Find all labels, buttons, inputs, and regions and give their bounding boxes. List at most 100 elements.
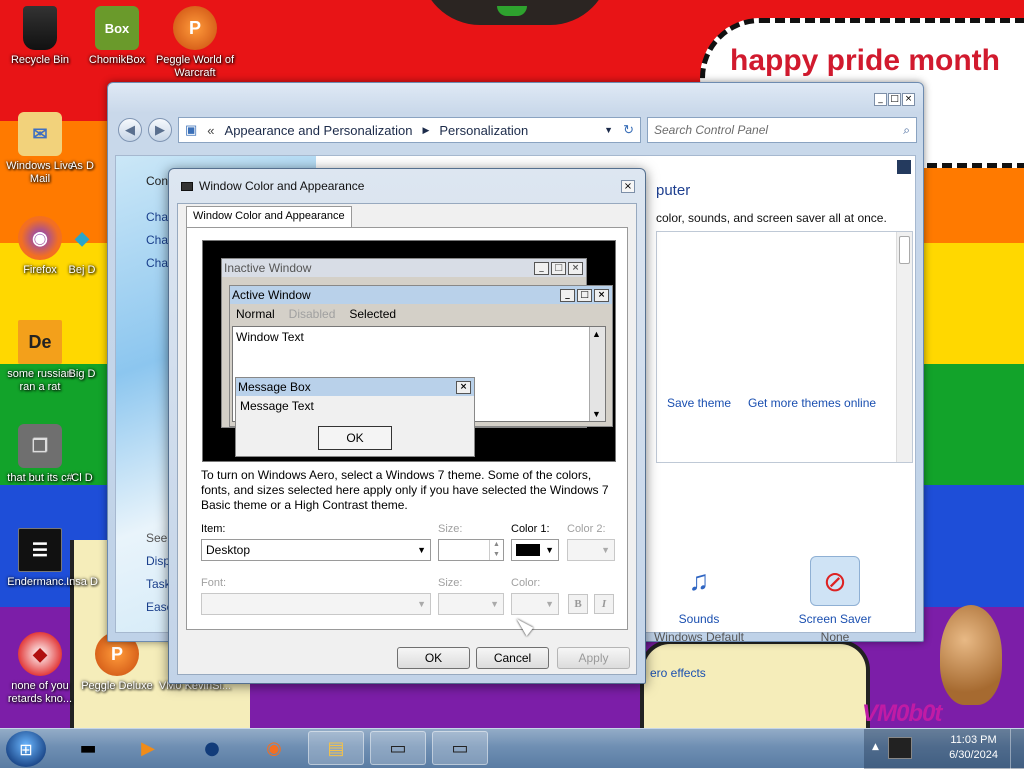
item-label: Item: [201, 523, 226, 535]
chevron-down-icon: ▼ [545, 599, 554, 609]
show-hidden-icons-icon[interactable]: ▲ [872, 742, 879, 752]
breadcrumb-overflow[interactable]: « [207, 123, 214, 138]
vm-logo-text: VM0b0t [862, 700, 942, 727]
desktop-icon-label: none of you retards kno... [7, 680, 73, 705]
size-spinner[interactable]: ▲ ▼ [438, 539, 504, 561]
taskbar-item[interactable]: ◉ [246, 731, 302, 765]
mail-icon: ✉ [18, 112, 62, 156]
desktop-icon-partial-cl[interactable]: Cl D [62, 424, 102, 485]
tile-title: Screen Saver [798, 612, 872, 626]
app-icon [67, 528, 97, 572]
desktop-icon-none-of-you[interactable]: ◆ none of you retards kno... [0, 632, 80, 706]
maximize-button[interactable]: □ [888, 93, 901, 106]
windows-stack-icon: ❐ [18, 424, 62, 468]
desktop-icon-peggle-wow[interactable]: P Peggle World of Warcraft [155, 6, 235, 80]
forward-button[interactable]: ▶ [148, 118, 172, 142]
address-dropdown-icon[interactable]: ▼ [604, 125, 613, 135]
desktop-icon-partial-insa[interactable]: Insa D [62, 528, 102, 589]
clock[interactable]: 11:03 PM 6/30/2024 [949, 733, 998, 763]
font-size-label: Size: [438, 577, 463, 589]
desktop-icon-recycle-bin[interactable]: Recycle Bin [0, 6, 80, 67]
cancel-button[interactable]: Cancel [476, 647, 549, 669]
item-select[interactable]: Desktop ▼ [201, 539, 431, 561]
terminal-icon: ☰ [18, 528, 62, 572]
dialog-close-button[interactable]: × [621, 180, 635, 193]
menu-selected[interactable]: Selected [349, 307, 396, 321]
address-bar[interactable]: ▣ « Appearance and Personalization ▶ Per… [178, 117, 641, 143]
refresh-icon[interactable]: ↻ [623, 122, 640, 138]
recycle-bin-icon [23, 6, 57, 50]
active-window-title: Active Window [232, 288, 311, 302]
font-size-select[interactable]: ▼ [438, 593, 504, 615]
scroll-thumb[interactable] [899, 236, 910, 264]
size-label: Size: [438, 523, 463, 535]
left-pane-link[interactable]: Con [146, 174, 168, 188]
sounds-tile[interactable]: ♫ Sounds Windows Default [644, 556, 754, 644]
taskbar-item[interactable]: ▭ [432, 731, 488, 765]
network-icon[interactable] [888, 737, 912, 759]
close-icon: × [568, 261, 583, 275]
ok-button[interactable]: OK [397, 647, 470, 669]
save-theme-link[interactable]: Save theme [667, 396, 731, 410]
tab-window-color-appearance[interactable]: Window Color and Appearance [186, 206, 352, 228]
window-color-appearance-dialog[interactable]: Window Color and Appearance × Window Col… [168, 168, 646, 684]
italic-button[interactable]: I [594, 594, 614, 614]
search-control-panel-input[interactable]: Search Control Panel ⌕ [647, 117, 917, 143]
taskbar-item[interactable]: ● [184, 731, 240, 765]
show-desktop-button[interactable] [1010, 729, 1024, 769]
app-icon [67, 112, 97, 156]
minimize-button[interactable]: _ [874, 93, 887, 106]
spinner-arrows-icon[interactable]: ▲ ▼ [489, 540, 503, 560]
taskbar-item[interactable]: ▭ [370, 731, 426, 765]
desktop-icon-label: Big D [68, 368, 96, 380]
font-color-picker[interactable]: ▼ [511, 593, 559, 615]
search-icon[interactable]: ⌕ [903, 123, 910, 138]
message-box-text: Message Text [240, 399, 314, 413]
desktop-icon-partial-bej[interactable]: ◆ Bej D [62, 216, 102, 277]
desktop-icon-partial-big[interactable]: Big D [62, 320, 102, 381]
get-more-themes-link[interactable]: Get more themes online [748, 396, 876, 410]
window-caption-buttons: _ □ × [874, 93, 915, 106]
taskbar-item-control-panel[interactable]: ▤ [308, 731, 364, 765]
page-description: color, sounds, and screen saver all at o… [656, 211, 887, 225]
system-tray: ▲ 11:03 PM 6/30/2024 [864, 729, 1024, 769]
screen-saver-tile[interactable]: ⊘ Screen Saver None [780, 556, 890, 644]
close-icon: × [594, 288, 609, 302]
preview-scrollbar[interactable]: ▲ ▼ [589, 327, 605, 421]
window-text: Window Text [236, 330, 304, 344]
font-select[interactable]: ▼ [201, 593, 431, 615]
aero-effects-link[interactable]: ero effects [650, 666, 706, 680]
de-app-icon: De [18, 320, 62, 364]
red-dino-icon: ◆ [18, 632, 62, 676]
chevron-down-icon: ▼ [601, 545, 610, 555]
menu-normal[interactable]: Normal [236, 307, 275, 321]
see-also-link[interactable]: Task [146, 577, 171, 591]
theme-list-scrollbar[interactable] [896, 232, 912, 462]
desktop-icon-partial-as[interactable]: As D [62, 112, 102, 173]
desktop-icon-chomikbox[interactable]: Box ChomikBox [77, 6, 157, 67]
menu-disabled[interactable]: Disabled [289, 307, 336, 321]
color2-picker[interactable]: ▼ [567, 539, 615, 561]
close-button[interactable]: × [902, 93, 915, 106]
clock-date: 6/30/2024 [949, 749, 998, 761]
color1-picker[interactable]: ▼ [511, 539, 559, 561]
clock-time: 11:03 PM [950, 734, 997, 746]
breadcrumb-item[interactable]: Personalization [439, 123, 528, 138]
bold-button[interactable]: B [568, 594, 588, 614]
message-box-ok-button[interactable]: OK [318, 426, 392, 450]
theme-list[interactable]: Save theme Get more themes online [656, 231, 913, 463]
taskbar-item[interactable]: ▶ [120, 731, 176, 765]
maximize-icon: □ [577, 288, 592, 302]
taskbar-item[interactable]: ▬ [60, 731, 116, 765]
monitor-icon [181, 181, 193, 191]
preview-message-box[interactable]: Message Box × Message Text OK [235, 377, 475, 457]
inactive-window-title: Inactive Window [224, 261, 312, 275]
apply-button[interactable]: Apply [557, 647, 630, 669]
back-button[interactable]: ◀ [118, 118, 142, 142]
appearance-preview[interactable]: Inactive Window _ □ × Active Window _ □ × No… [202, 240, 616, 462]
close-icon: × [456, 380, 471, 394]
desktop-icon-label: Recycle Bin [10, 54, 70, 66]
breadcrumb-item[interactable]: Appearance and Personalization [225, 123, 413, 138]
start-button[interactable]: ⊞ [6, 731, 46, 767]
help-icon[interactable] [897, 160, 911, 174]
